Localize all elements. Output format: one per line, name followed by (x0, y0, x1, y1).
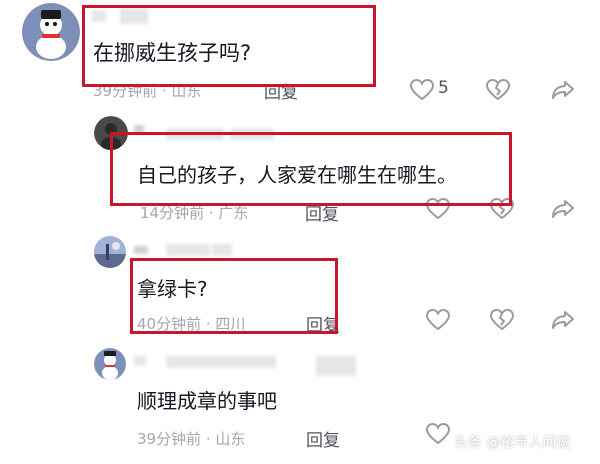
comment-text: 在挪威生孩子吗? (93, 41, 252, 65)
comment-meta: 39分钟前 · 山东 (137, 430, 246, 448)
username-blurred (166, 128, 224, 140)
reply-button[interactable]: 回复 (264, 78, 298, 103)
share-icon[interactable] (551, 199, 575, 219)
avatar-icon[interactable] (94, 116, 128, 150)
username-blurred (166, 244, 210, 256)
comment-meta: 14分钟前 · 广东 (140, 204, 249, 222)
share-icon[interactable] (551, 80, 575, 100)
avatar-icon[interactable] (94, 348, 126, 380)
broken-heart-icon[interactable] (486, 79, 510, 101)
heart-icon[interactable] (410, 79, 434, 101)
avatar-icon[interactable] (94, 236, 126, 268)
reply-button[interactable]: 回复 (306, 426, 340, 451)
broken-heart-icon[interactable] (490, 309, 514, 331)
username-blurred (166, 356, 276, 368)
username-blurred (134, 125, 144, 133)
username-blurred (230, 128, 274, 140)
comment-text: 顺理成章的事吧 (137, 389, 277, 413)
watermark-text: 头条 @裕丰人间说 (454, 435, 571, 451)
heart-icon[interactable] (426, 423, 450, 445)
comment-text: 自己的孩子，人家爱在哪生在哪生。 (137, 163, 457, 187)
comment-meta: 40分钟前 · 四川 (137, 315, 246, 333)
username-blurred (92, 10, 106, 22)
comment-text: 拿绿卡? (137, 277, 208, 301)
username-blurred (134, 356, 146, 366)
username-blurred (316, 356, 356, 376)
share-icon[interactable] (551, 310, 575, 330)
watermark: 头条 @裕丰人间说 (454, 432, 570, 452)
username-blurred (120, 8, 148, 24)
heart-icon[interactable] (426, 198, 450, 220)
like-count: 5 (438, 78, 449, 98)
heart-icon[interactable] (426, 309, 450, 331)
username-blurred (134, 246, 148, 254)
broken-heart-icon[interactable] (490, 198, 514, 220)
reply-button[interactable]: 回复 (306, 311, 340, 336)
avatar-icon[interactable] (22, 3, 80, 61)
reply-button[interactable]: 回复 (305, 200, 339, 225)
username-blurred (212, 244, 232, 256)
comment-meta: 39分钟前 · 山东 (93, 82, 202, 100)
